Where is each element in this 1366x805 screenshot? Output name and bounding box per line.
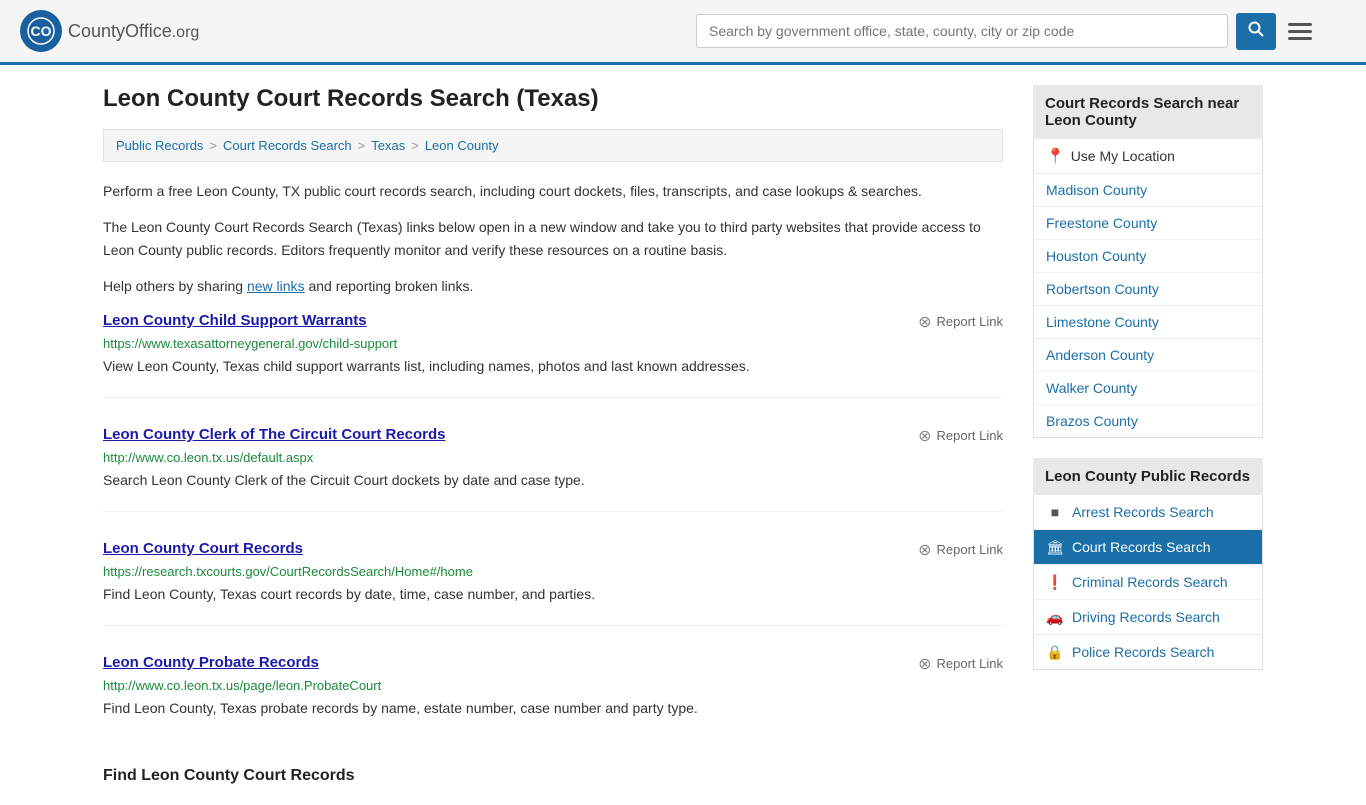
pub-rec-heading: Leon County Public Records bbox=[1033, 458, 1263, 495]
site-header: CO CountyOffice.org bbox=[0, 0, 1366, 65]
result-desc-3: Find Leon County, Texas court records by… bbox=[103, 584, 1003, 605]
logo-area[interactable]: CO CountyOffice.org bbox=[20, 10, 199, 52]
content-area: Leon County Court Records Search (Texas)… bbox=[103, 85, 1003, 785]
svg-text:CO: CO bbox=[31, 23, 52, 39]
result-title[interactable]: Leon County Court Records bbox=[103, 540, 303, 557]
public-records-section: Leon County Public Records ■ Arrest Reco… bbox=[1033, 458, 1263, 670]
bc-sep: > bbox=[209, 138, 217, 153]
search-button[interactable] bbox=[1236, 13, 1276, 50]
nearby-section: Court Records Search near Leon County 📍 … bbox=[1033, 85, 1263, 438]
breadcrumb: Public Records > Court Records Search > … bbox=[103, 129, 1003, 162]
sidebar-item-madison[interactable]: Madison County bbox=[1034, 174, 1262, 207]
result-item: Leon County Court Records ⊗ Report Link … bbox=[103, 540, 1003, 626]
bc-sep: > bbox=[411, 138, 419, 153]
court-icon: 🏛 bbox=[1046, 538, 1064, 556]
driving-icon: 🚗 bbox=[1046, 608, 1064, 626]
nearby-list: 📍 Use My Location Madison County Freesto… bbox=[1033, 139, 1263, 438]
desc3-pre: Help others by sharing bbox=[103, 278, 247, 294]
result-header: Leon County Probate Records ⊗ Report Lin… bbox=[103, 654, 1003, 674]
sidebar-item-freestone[interactable]: Freestone County bbox=[1034, 207, 1262, 240]
result-desc-1: View Leon County, Texas child support wa… bbox=[103, 356, 1003, 377]
search-input[interactable] bbox=[696, 14, 1228, 48]
result-url-3: https://research.txcourts.gov/CourtRecor… bbox=[103, 564, 1003, 579]
desc3-post: and reporting broken links. bbox=[305, 278, 474, 294]
find-heading: Find Leon County Court Records bbox=[103, 767, 1003, 785]
bc-sep: > bbox=[358, 138, 366, 153]
menu-button[interactable] bbox=[1284, 19, 1316, 44]
logo-suffix: .org bbox=[172, 24, 200, 41]
result-header: Leon County Child Support Warrants ⊗ Rep… bbox=[103, 312, 1003, 332]
menu-line bbox=[1288, 23, 1312, 26]
result-desc-4: Find Leon County, Texas probate records … bbox=[103, 698, 1003, 719]
report-link-3[interactable]: ⊗ Report Link bbox=[918, 540, 1003, 560]
result-title[interactable]: Leon County Clerk of The Circuit Court R… bbox=[103, 426, 446, 443]
result-url-2: http://www.co.leon.tx.us/default.aspx bbox=[103, 450, 1003, 465]
menu-line bbox=[1288, 30, 1312, 33]
search-area bbox=[696, 13, 1316, 50]
sidebar-item-limestone[interactable]: Limestone County bbox=[1034, 306, 1262, 339]
result-header: Leon County Clerk of The Circuit Court R… bbox=[103, 426, 1003, 446]
result-desc-2: Search Leon County Clerk of the Circuit … bbox=[103, 470, 1003, 491]
result-url-1: https://www.texasattorneygeneral.gov/chi… bbox=[103, 336, 1003, 351]
description-2: The Leon County Court Records Search (Te… bbox=[103, 216, 1003, 261]
result-header: Leon County Court Records ⊗ Report Link bbox=[103, 540, 1003, 560]
menu-line bbox=[1288, 37, 1312, 40]
sidebar-item-arrest[interactable]: ■ Arrest Records Search bbox=[1034, 495, 1262, 530]
result-title[interactable]: Leon County Child Support Warrants bbox=[103, 312, 367, 329]
report-link-2[interactable]: ⊗ Report Link bbox=[918, 426, 1003, 446]
report-icon: ⊗ bbox=[918, 426, 931, 446]
logo-text: CountyOffice.org bbox=[68, 21, 199, 42]
description-3: Help others by sharing new links and rep… bbox=[103, 275, 1003, 297]
sidebar-item-driving[interactable]: 🚗 Driving Records Search bbox=[1034, 600, 1262, 635]
main-container: Leon County Court Records Search (Texas)… bbox=[83, 65, 1283, 805]
pub-rec-list: ■ Arrest Records Search 🏛 Court Records … bbox=[1033, 495, 1263, 670]
sidebar: Court Records Search near Leon County 📍 … bbox=[1033, 85, 1263, 785]
criminal-icon: ❗ bbox=[1046, 573, 1064, 591]
sidebar-item-criminal[interactable]: ❗ Criminal Records Search bbox=[1034, 565, 1262, 600]
arrest-icon: ■ bbox=[1046, 503, 1064, 521]
result-item: Leon County Probate Records ⊗ Report Lin… bbox=[103, 654, 1003, 739]
police-icon: 🔒 bbox=[1046, 643, 1064, 661]
logo-name: CountyOffice bbox=[68, 21, 172, 41]
results-list: Leon County Child Support Warrants ⊗ Rep… bbox=[103, 312, 1003, 739]
sidebar-item-anderson[interactable]: Anderson County bbox=[1034, 339, 1262, 372]
result-item: Leon County Child Support Warrants ⊗ Rep… bbox=[103, 312, 1003, 398]
result-title[interactable]: Leon County Probate Records bbox=[103, 654, 319, 671]
breadcrumb-public-records[interactable]: Public Records bbox=[116, 138, 203, 153]
breadcrumb-leon-county[interactable]: Leon County bbox=[425, 138, 499, 153]
nearby-heading: Court Records Search near Leon County bbox=[1033, 85, 1263, 139]
description-1: Perform a free Leon County, TX public co… bbox=[103, 180, 1003, 202]
report-icon: ⊗ bbox=[918, 540, 931, 560]
report-icon: ⊗ bbox=[918, 654, 931, 674]
location-icon: 📍 bbox=[1046, 147, 1065, 165]
report-link-1[interactable]: ⊗ Report Link bbox=[918, 312, 1003, 332]
breadcrumb-texas[interactable]: Texas bbox=[371, 138, 405, 153]
report-icon: ⊗ bbox=[918, 312, 931, 332]
sidebar-item-court[interactable]: 🏛 Court Records Search bbox=[1034, 530, 1262, 565]
new-links-link[interactable]: new links bbox=[247, 278, 305, 294]
page-title: Leon County Court Records Search (Texas) bbox=[103, 85, 1003, 113]
result-item: Leon County Clerk of The Circuit Court R… bbox=[103, 426, 1003, 512]
sidebar-item-walker[interactable]: Walker County bbox=[1034, 372, 1262, 405]
breadcrumb-court-records[interactable]: Court Records Search bbox=[223, 138, 352, 153]
report-link-4[interactable]: ⊗ Report Link bbox=[918, 654, 1003, 674]
result-url-4: http://www.co.leon.tx.us/page/leon.Proba… bbox=[103, 678, 1003, 693]
sidebar-item-brazos[interactable]: Brazos County bbox=[1034, 405, 1262, 437]
sidebar-item-robertson[interactable]: Robertson County bbox=[1034, 273, 1262, 306]
sidebar-item-use-location[interactable]: 📍 Use My Location bbox=[1034, 139, 1262, 174]
logo-icon: CO bbox=[20, 10, 62, 52]
sidebar-item-houston[interactable]: Houston County bbox=[1034, 240, 1262, 273]
sidebar-item-police[interactable]: 🔒 Police Records Search bbox=[1034, 635, 1262, 669]
